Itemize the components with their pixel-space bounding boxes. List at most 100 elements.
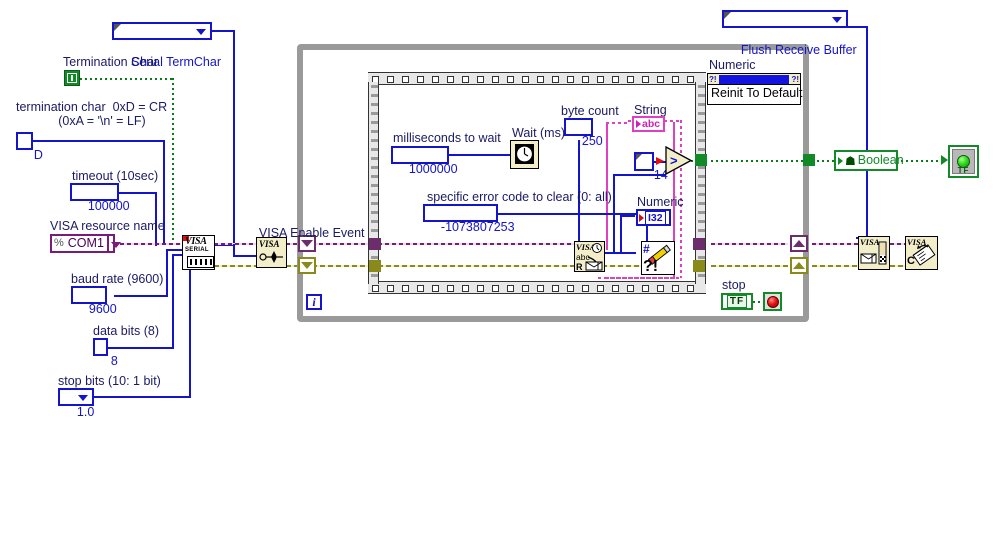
event-structure-left-border [368, 82, 379, 284]
data-bits-constant[interactable]: 8 [93, 338, 118, 368]
timeout-value: 100000 [87, 199, 130, 213]
numeric-slider-bar[interactable]: ?! ?! [708, 74, 800, 85]
wire-termchar-ring-v [233, 30, 235, 245]
data-bits-label: data bits (8) [93, 324, 160, 338]
terminal-arrow-icon [838, 156, 843, 165]
greater-than-node[interactable]: > [665, 146, 693, 175]
visa-resource-name-control[interactable]: % COM1 [50, 234, 122, 253]
terminal-arrow-icon [639, 213, 644, 222]
wire-databits-v [172, 254, 174, 349]
red-led-icon [766, 295, 779, 308]
event-structure-top-border [368, 72, 706, 85]
svg-text:#: # [643, 242, 650, 256]
loop-tunnel-right-purple[interactable] [790, 235, 808, 252]
string-indicator-label: String [634, 103, 667, 117]
string-indicator-terminal[interactable]: abc [632, 116, 665, 132]
visa-close-glyph-icon: VISA C [907, 237, 936, 267]
block-diagram-canvas: i Serial TermChar Termination Char termi… [0, 0, 1005, 539]
wire-baud-h2 [166, 249, 182, 251]
wire-right-olive-b [812, 265, 860, 267]
loop-tunnel-right-green[interactable] [803, 154, 815, 166]
milliseconds-to-wait-constant[interactable]: 1000000 [391, 146, 458, 176]
string-indicator-type: abc [642, 118, 661, 130]
chevron-down-icon [196, 29, 206, 35]
stop-bits-label: stop bits (10: 1 bit) [58, 374, 161, 388]
numeric-slider-indicator[interactable]: ?! ?! Reinit To Default [707, 73, 803, 105]
boolean-true-glyph-icon [67, 73, 77, 83]
baud-rate-value: 9600 [88, 302, 117, 316]
wire-flushring-v [866, 26, 868, 238]
wire-baud-v [166, 249, 168, 297]
clear-specific-error-node[interactable]: # ?! [641, 241, 675, 275]
boolean-led-indicator[interactable]: TF [948, 145, 979, 178]
visa-read-glyph-icon: VISA abc R [576, 242, 603, 272]
serial-dip-icon [187, 256, 214, 268]
baud-rate-constant[interactable]: 9600 [71, 286, 117, 316]
specific-error-label: specific error code to clear (0: all) [427, 190, 612, 204]
wait-ms-label: Wait (ms) [512, 126, 565, 140]
stop-boolean-terminal[interactable]: TF [721, 293, 753, 310]
event-tunnel-left-olive[interactable] [369, 260, 381, 272]
boolean-indicator-terminal[interactable]: ☗ Boolean [834, 150, 904, 171]
visa-read-node[interactable]: VISA abc R [574, 241, 605, 272]
timeout-label: timeout (10sec) [72, 169, 159, 183]
event-tunnel-right-green[interactable] [695, 154, 707, 166]
home-icon: ☗ [845, 153, 856, 168]
svg-text:?!: ?! [643, 258, 658, 274]
specific-error-constant[interactable]: -1073807253 [423, 204, 515, 234]
visa-flush-glyph-icon: VISA [860, 237, 887, 265]
chevron-down-icon [78, 395, 88, 401]
termination-char-boolean-constant[interactable] [64, 70, 80, 86]
serial-termchar-ring[interactable]: Serial TermChar [112, 22, 221, 69]
flush-receive-buffer-label: Flush Receive Buffer [740, 43, 857, 57]
numeric-indicator-terminal[interactable]: I32 [636, 209, 671, 226]
wire-green-to-boolean [812, 160, 836, 162]
milliseconds-to-wait-label: milliseconds to wait [393, 131, 501, 145]
wire-databits-h2 [172, 254, 182, 256]
stop-label: stop [722, 278, 746, 292]
visa-enable-event-node[interactable]: VISA [256, 237, 287, 268]
compare-constant[interactable]: 14 [634, 152, 668, 182]
timeout-constant[interactable]: 100000 [70, 183, 130, 213]
numeric-indicator-label: Numeric [637, 195, 684, 209]
wire-flush-to-close-purple [890, 243, 905, 245]
stop-bits-value: 1.0 [76, 405, 95, 419]
stop-boolean-value: TF [726, 295, 748, 308]
numeric-slider-caption: Reinit To Default [711, 86, 803, 100]
boolean-led-label: TF [957, 166, 970, 175]
svg-text:VISA: VISA [860, 237, 880, 247]
event-structure-right-border [695, 82, 706, 284]
wait-ms-node[interactable] [510, 140, 539, 169]
event-tunnel-right-purple[interactable] [693, 238, 705, 250]
loop-tunnel-left-olive[interactable] [298, 257, 316, 274]
visa-flush-io-buffer-node[interactable]: VISA [858, 236, 890, 270]
visa-enable-event-glyph-icon: VISA [259, 239, 283, 263]
visa-serial-subtag: SERIAL [185, 247, 209, 253]
wire-databits-h [107, 347, 173, 349]
event-tunnel-right-olive[interactable] [693, 260, 705, 272]
byte-count-constant[interactable]: 250 [564, 118, 603, 148]
control-corner-icon [724, 12, 731, 19]
slider-max-glyph: ?! [791, 74, 799, 84]
slider-min-glyph: ?! [709, 74, 717, 84]
wire-termchar-ring-h [210, 30, 235, 32]
stop-bits-ring[interactable]: 1.0 [58, 388, 94, 419]
wire-stopbits-h [92, 396, 190, 398]
flush-receive-buffer-ring[interactable]: Flush Receive Buffer [722, 10, 857, 57]
chevron-down-icon[interactable] [106, 236, 122, 251]
event-tunnel-left-purple[interactable] [369, 238, 381, 250]
clear-error-glyph-icon: # ?! [643, 242, 671, 275]
terminal-arrow-icon [636, 120, 641, 128]
visa-tag: VISA [185, 236, 207, 247]
event-structure-bottom-border [368, 281, 706, 294]
led-input-arrow-icon [941, 155, 948, 165]
wire-config-to-enable-olive [214, 265, 256, 267]
stop-led-indicator[interactable] [763, 292, 782, 311]
loop-tunnel-right-olive[interactable] [790, 257, 808, 274]
wire-visa-resource [113, 243, 181, 245]
visa-close-node[interactable]: VISA C [905, 236, 938, 270]
visa-resource-name-label: VISA resource name [50, 219, 165, 233]
termination-char-constant-value: D [33, 148, 43, 162]
visa-configure-serial-port-node[interactable]: VISA SERIAL [182, 235, 215, 270]
termination-char-constant[interactable]: D [16, 132, 43, 162]
